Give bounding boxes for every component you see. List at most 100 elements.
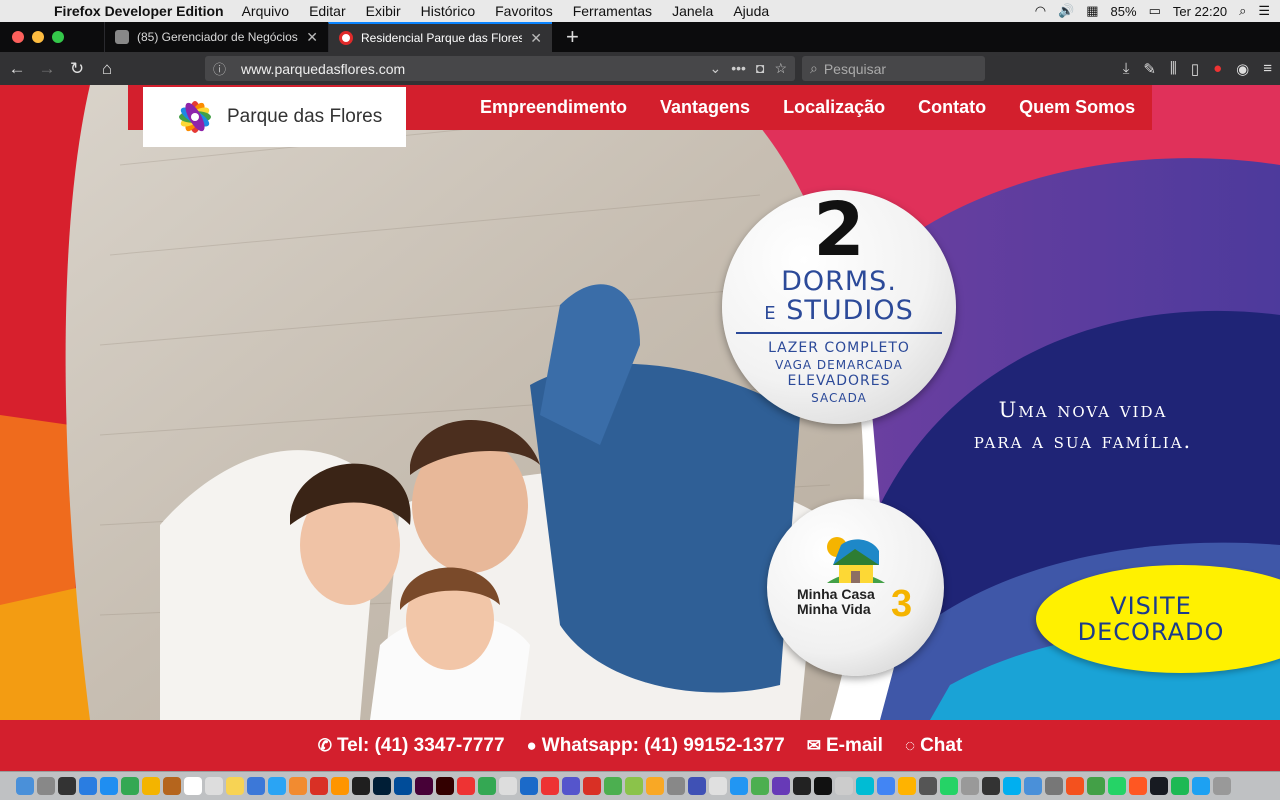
close-window-icon[interactable] <box>12 31 24 43</box>
dock-app-icon[interactable] <box>205 777 223 795</box>
sidebar-icon[interactable]: ▯ <box>1191 60 1199 78</box>
menu-favoritos[interactable]: Favoritos <box>495 3 553 19</box>
menu-arquivo[interactable]: Arquivo <box>242 3 289 19</box>
new-tab-icon[interactable]: + <box>566 24 579 50</box>
volume-icon[interactable]: 🔊 <box>1058 3 1074 19</box>
dock-app-icon[interactable] <box>247 777 265 795</box>
nav-empreendimento[interactable]: Empreendimento <box>480 97 627 118</box>
chevron-down-icon[interactable]: ⌄ <box>710 60 722 77</box>
dock-app-icon[interactable] <box>499 777 517 795</box>
bookmark-star-icon[interactable]: ☆ <box>774 60 787 77</box>
app-name[interactable]: Firefox Developer Edition <box>54 3 224 19</box>
forward-icon[interactable]: → <box>32 59 62 79</box>
dock-app-icon[interactable] <box>1171 777 1189 795</box>
dock-app-icon[interactable] <box>1024 777 1042 795</box>
dock-app-icon[interactable] <box>751 777 769 795</box>
dock-app-icon[interactable] <box>352 777 370 795</box>
close-tab-icon[interactable]: ✕ <box>530 30 542 47</box>
dock-app-icon[interactable] <box>961 777 979 795</box>
dock-app-icon[interactable] <box>394 777 412 795</box>
nav-quem-somos[interactable]: Quem Somos <box>1019 97 1135 118</box>
dock-app-icon[interactable] <box>289 777 307 795</box>
nav-localizacao[interactable]: Localização <box>783 97 885 118</box>
whatsapp-contact[interactable]: ● Whatsapp: (41) 99152-1377 <box>527 735 785 757</box>
minimize-window-icon[interactable] <box>32 31 44 43</box>
dock-app-icon[interactable] <box>814 777 832 795</box>
dock-app-icon[interactable] <box>121 777 139 795</box>
menu-janela[interactable]: Janela <box>672 3 713 19</box>
dock-app-icon[interactable] <box>1045 777 1063 795</box>
nav-vantagens[interactable]: Vantagens <box>660 97 750 118</box>
dock-app-icon[interactable] <box>940 777 958 795</box>
dock-app-icon[interactable] <box>79 777 97 795</box>
dock-app-icon[interactable] <box>730 777 748 795</box>
dock-app-icon[interactable] <box>373 777 391 795</box>
menu-exibir[interactable]: Exibir <box>366 3 401 19</box>
home-icon[interactable]: ⌂ <box>92 59 122 79</box>
close-tab-icon[interactable]: ✕ <box>306 29 318 46</box>
page-actions-icon[interactable]: ••• <box>731 60 746 77</box>
tab-gerenciador[interactable]: (85) Gerenciador de Negócios ✕ <box>104 22 328 52</box>
tab-parque-das-flores[interactable]: Residencial Parque das Flores | ✕ <box>328 22 552 52</box>
back-icon[interactable]: ← <box>2 59 32 79</box>
phone-contact[interactable]: ✆ Tel: (41) 3347-7777 <box>318 735 505 757</box>
menu-ferramentas[interactable]: Ferramentas <box>573 3 652 19</box>
dock-app-icon[interactable] <box>793 777 811 795</box>
dock-app-icon[interactable] <box>415 777 433 795</box>
hamburger-menu-icon[interactable]: ≡ <box>1263 60 1272 77</box>
info-icon[interactable]: ⓘ <box>213 59 231 78</box>
dock-app-icon[interactable] <box>1003 777 1021 795</box>
dock-app-icon[interactable] <box>1066 777 1084 795</box>
dock-app-icon[interactable] <box>1192 777 1210 795</box>
dock-app-icon[interactable] <box>667 777 685 795</box>
chat-contact[interactable]: ◌ Chat <box>905 735 962 757</box>
dock-app-icon[interactable] <box>331 777 349 795</box>
menu-editar[interactable]: Editar <box>309 3 346 19</box>
clock[interactable]: Ter 22:20 <box>1173 4 1227 19</box>
dock-app-icon[interactable] <box>625 777 643 795</box>
dock-app-icon[interactable] <box>604 777 622 795</box>
library-icon[interactable]: ⫼ <box>1170 60 1177 77</box>
email-contact[interactable]: ✉ E-mail <box>807 735 883 757</box>
url-bar[interactable]: ⓘ www.parquedasflores.com ⌄ ••• ◘ ☆ <box>205 56 795 81</box>
dock-app-icon[interactable] <box>877 777 895 795</box>
search-bar[interactable]: ⌕ Pesquisar <box>802 56 985 81</box>
dock-app-icon[interactable] <box>835 777 853 795</box>
dock-app-icon[interactable] <box>520 777 538 795</box>
wifi-icon[interactable]: ◠ <box>1035 3 1046 19</box>
download-icon[interactable]: ⤓ <box>1123 60 1130 77</box>
dock-app-icon[interactable] <box>1150 777 1168 795</box>
extension-off-icon[interactable]: ◉ <box>1236 60 1249 78</box>
pocket-icon[interactable]: ◘ <box>756 60 764 77</box>
dock-app-icon[interactable] <box>184 777 202 795</box>
dock-app-icon[interactable] <box>310 777 328 795</box>
dock-app-icon[interactable] <box>856 777 874 795</box>
extension-m-icon[interactable]: ● <box>1213 60 1222 77</box>
dock-app-icon[interactable] <box>541 777 559 795</box>
dock-app-icon[interactable] <box>37 777 55 795</box>
dock-app-icon[interactable] <box>688 777 706 795</box>
menu-ajuda[interactable]: Ajuda <box>733 3 769 19</box>
reload-icon[interactable]: ↻ <box>62 59 92 79</box>
spotlight-icon[interactable]: ⌕ <box>1239 3 1246 19</box>
battery-icon[interactable]: ▭ <box>1149 3 1161 19</box>
dock-app-icon[interactable] <box>100 777 118 795</box>
battery-percent[interactable]: 85% <box>1111 4 1137 19</box>
dock-app-icon[interactable] <box>1129 777 1147 795</box>
dock-app-icon[interactable] <box>982 777 1000 795</box>
dock-app-icon[interactable] <box>898 777 916 795</box>
dock-app-icon[interactable] <box>562 777 580 795</box>
dock-app-icon[interactable] <box>709 777 727 795</box>
menu-historico[interactable]: Histórico <box>421 3 475 19</box>
url-text[interactable]: www.parquedasflores.com <box>241 61 700 77</box>
dock-app-icon[interactable] <box>772 777 790 795</box>
dock-app-icon[interactable] <box>16 777 34 795</box>
maximize-window-icon[interactable] <box>52 31 64 43</box>
dock-app-icon[interactable] <box>919 777 937 795</box>
dock-app-icon[interactable] <box>1108 777 1126 795</box>
wrench-icon[interactable]: ✎ <box>1143 60 1156 78</box>
dock-app-icon[interactable] <box>583 777 601 795</box>
dock-app-icon[interactable] <box>268 777 286 795</box>
dock-app-icon[interactable] <box>478 777 496 795</box>
dock-app-icon[interactable] <box>457 777 475 795</box>
